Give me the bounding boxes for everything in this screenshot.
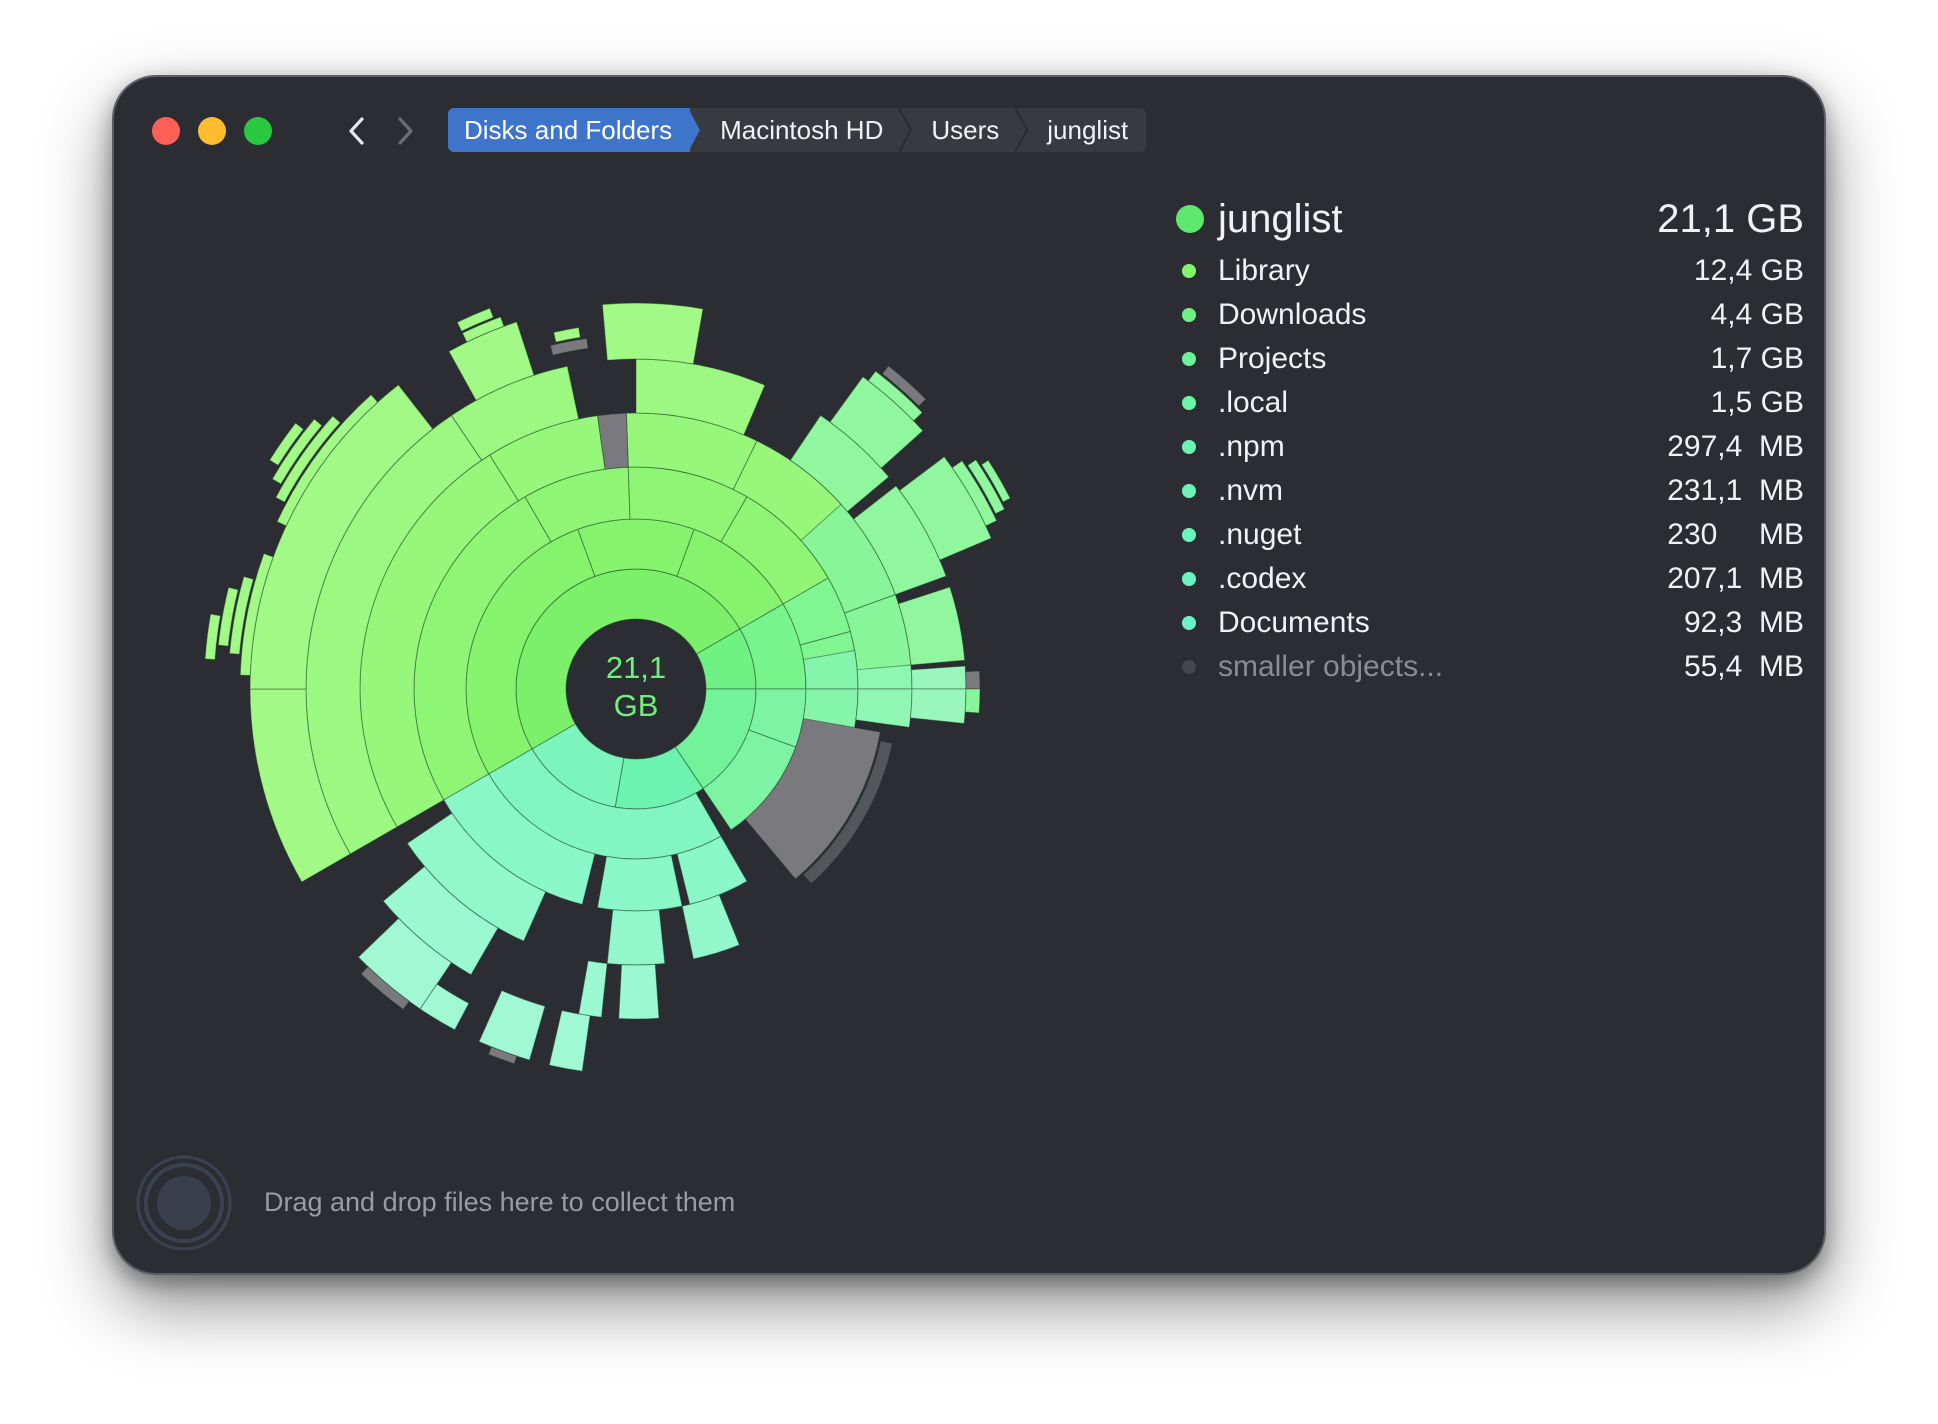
sunburst-segment[interactable] (204, 613, 221, 661)
legend-row[interactable]: smaller objects... 55,4 MB (1164, 645, 1804, 689)
legend-item-size: 55,4 MB (1683, 650, 1804, 683)
legend-root-size: 21,1 GB (1657, 196, 1804, 241)
sunburst-segment[interactable] (601, 302, 704, 365)
legend-row[interactable]: .codex 207,1 MB (1164, 557, 1804, 601)
legend-row[interactable]: .nvm 231,1 MB (1164, 469, 1804, 513)
legend-dot-icon (1182, 528, 1196, 542)
legend-item-size: 1,5 GB (1710, 386, 1804, 419)
sunburst-segment[interactable] (909, 688, 967, 725)
legend-item-size: 230 MB (1667, 518, 1804, 551)
legend-item-name: smaller objects... (1218, 650, 1444, 683)
app-window: Disks and Folders Macintosh HD Users jun… (112, 75, 1826, 1275)
legend-row[interactable]: Downloads 4,4 GB (1164, 293, 1804, 337)
legend-row[interactable]: Library 12,4 GB (1164, 249, 1804, 293)
legend-dot-icon (1182, 396, 1196, 410)
sunburst-segment[interactable] (681, 894, 741, 960)
breadcrumb-separator (688, 108, 701, 152)
legend-item-size: 92,3 MB (1683, 606, 1804, 639)
size-legend: junglist 21,1 GB Library 12,4 GB Downloads… (1164, 189, 1804, 689)
legend-dot-icon (1182, 440, 1196, 454)
legend-item-name: Documents (1218, 606, 1370, 639)
legend-item-name: Downloads (1218, 298, 1367, 331)
legend-item-name: .nvm (1218, 474, 1284, 507)
sunburst-segment[interactable] (910, 665, 967, 690)
legend-item-name: Library (1218, 254, 1310, 287)
sunburst-segment[interactable] (855, 688, 913, 728)
collector-icon (136, 1155, 232, 1251)
legend-item-name: .nuget (1218, 518, 1302, 551)
legend-dot-icon (1182, 308, 1196, 322)
legend-item-size: 231,1 MB (1667, 474, 1804, 507)
legend-row[interactable]: .nuget 230 MB (1164, 513, 1804, 557)
legend-item-size: 4,4 GB (1710, 298, 1804, 331)
sunburst-segment[interactable] (596, 854, 683, 912)
legend-row[interactable]: .local 1,5 GB (1164, 381, 1804, 425)
breadcrumb-separator (1015, 108, 1029, 152)
sunburst-segment[interactable] (965, 670, 981, 690)
legend-item-name: .codex (1218, 562, 1307, 595)
sunburst-segment[interactable] (578, 960, 608, 1018)
legend-dot-icon (1182, 264, 1196, 278)
legend-item-name: .local (1218, 386, 1289, 419)
sunburst-segment[interactable] (606, 909, 666, 966)
breadcrumb-separator (899, 108, 913, 152)
legend-dot-icon (1182, 660, 1196, 674)
legend-root-name: junglist (1218, 196, 1343, 241)
legend-item-size: 207,1 MB (1667, 562, 1804, 595)
legend-item-size: 297,4 MB (1667, 430, 1804, 463)
legend-root-dot-icon (1176, 205, 1204, 233)
legend-dot-icon (1182, 352, 1196, 366)
legend-item-name: Projects (1218, 342, 1327, 375)
legend-dot-icon (1182, 572, 1196, 586)
legend-dot-icon (1182, 484, 1196, 498)
sunburst-segment[interactable] (856, 664, 913, 690)
drop-zone-button[interactable] (136, 1155, 232, 1251)
sunburst-segment[interactable] (548, 1009, 591, 1072)
sunburst-segment[interactable] (618, 963, 660, 1020)
legend-row[interactable]: Projects 1,7 GB (1164, 337, 1804, 381)
sunburst-segment[interactable] (478, 989, 546, 1061)
legend-item-name: .npm (1218, 430, 1285, 463)
legend-item-size: 12,4 GB (1693, 254, 1804, 287)
legend-row[interactable]: Documents 92,3 MB (1164, 601, 1804, 645)
sunburst-segment[interactable] (964, 688, 981, 714)
legend-dot-icon (1182, 616, 1196, 630)
sunburst-segment[interactable] (577, 518, 695, 577)
legend-row[interactable]: .npm 297,4 MB (1164, 425, 1804, 469)
legend-root-row[interactable]: junglist 21,1 GB (1164, 189, 1804, 249)
legend-item-size: 1,7 GB (1710, 342, 1804, 375)
drop-zone-hint: Drag and drop files here to collect them (264, 1187, 736, 1217)
